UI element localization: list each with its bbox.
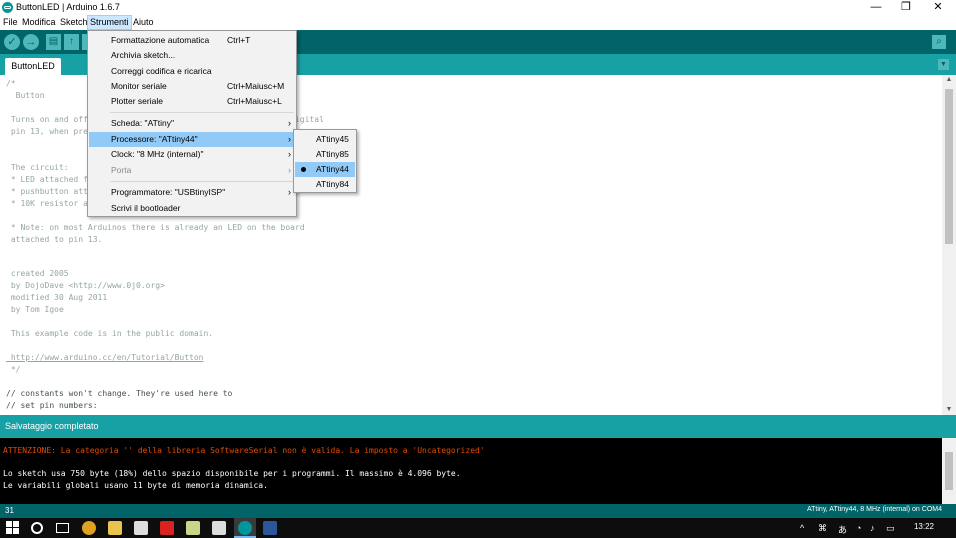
store-icon[interactable] xyxy=(134,521,148,535)
code-line: // constants won't change. They're used … xyxy=(6,389,233,398)
code-line: The circuit: xyxy=(6,163,69,172)
editor-scrollbar[interactable]: ▲ ▼ xyxy=(942,75,956,415)
status-bar: Salvataggio completato xyxy=(0,415,956,438)
photos-icon[interactable] xyxy=(212,521,226,535)
arduino-logo-icon xyxy=(2,2,13,13)
notification-icon[interactable]: ▭ xyxy=(886,523,895,534)
submenu-item-attiny84[interactable]: ATtiny84 xyxy=(295,177,355,192)
code-line: // set pin numbers: xyxy=(6,401,98,410)
verify-button[interactable]: ✓ xyxy=(4,34,20,50)
console-line: Lo sketch usa 750 byte (18%) dello spazi… xyxy=(3,469,461,478)
clock[interactable]: 13:22 xyxy=(914,522,934,531)
open-sketch-button[interactable]: ↑ xyxy=(64,34,79,50)
menu-item-scheda[interactable]: Scheda: "ATtiny" › xyxy=(89,116,295,131)
menu-sketch[interactable]: Sketch xyxy=(58,15,90,30)
code-line: * Note: on most Arduinos there is alread… xyxy=(6,223,305,232)
code-line: attached to pin 13. xyxy=(6,235,103,244)
menu-item-programmatore[interactable]: Programmatore: "USBtinyISP" › xyxy=(89,185,295,200)
system-tray: ^ ⌘ あ ◔ ♪ ▭ 13:22 xyxy=(786,518,956,538)
code-line: by Tom Igoe xyxy=(6,305,64,314)
menu-item-plotter-seriale[interactable]: Plotter seriale Ctrl+Maiusc+L xyxy=(89,94,295,109)
chevron-up-icon[interactable]: ^ xyxy=(800,523,804,533)
tab-buttonled[interactable]: ButtonLED xyxy=(5,58,61,75)
windows-start-icon[interactable] xyxy=(6,521,20,535)
line-number: 31 xyxy=(5,506,14,515)
menu-item-formattazione[interactable]: Formattazione automatica Ctrl+T xyxy=(89,33,295,48)
submenu-item-attiny45[interactable]: ATtiny45 xyxy=(295,132,355,147)
notepad-icon[interactable] xyxy=(186,521,200,535)
code-line: by DojoDave <http://www.0j0.org> xyxy=(6,281,165,290)
submenu-item-attiny44[interactable]: ATtiny44 xyxy=(295,162,355,177)
submenu-arrow-icon: › xyxy=(288,149,291,159)
menu-item-archivia[interactable]: Archivia sketch... xyxy=(89,48,295,63)
title-bar: ButtonLED | Arduino 1.6.7 — ❐ ✕ xyxy=(0,0,956,15)
arduino-taskbar-button[interactable] xyxy=(234,518,256,538)
menu-item-clock[interactable]: Clock: "8 MHz (internal)" › xyxy=(89,147,295,162)
arduino-icon xyxy=(238,521,252,535)
upload-button[interactable]: → xyxy=(23,34,39,50)
submenu-item-attiny85[interactable]: ATtiny85 xyxy=(295,147,355,162)
submenu-arrow-icon: › xyxy=(288,118,291,128)
code-line: Button xyxy=(6,91,45,100)
menu-item-correggi[interactable]: Correggi codifica e ricarica xyxy=(89,64,295,79)
submenu-arrow-icon: › xyxy=(288,165,291,175)
task-view-icon[interactable] xyxy=(56,523,69,533)
code-line: created 2005 xyxy=(6,269,69,278)
word-icon[interactable] xyxy=(263,521,277,535)
tab-menu-button[interactable]: ▼ xyxy=(938,59,949,70)
scrollbar-thumb[interactable] xyxy=(945,452,953,490)
serial-monitor-button[interactable]: ⌕ xyxy=(932,35,946,49)
menu-item-bootloader[interactable]: Scrivi il bootloader xyxy=(89,201,295,216)
menu-modifica[interactable]: Modifica xyxy=(20,15,58,30)
acrobat-icon[interactable] xyxy=(160,521,174,535)
submenu-arrow-icon: › xyxy=(288,134,291,144)
menu-file[interactable]: File xyxy=(1,15,20,30)
code-line-link[interactable]: http://www.arduino.cc/en/Tutorial/Button xyxy=(6,353,204,363)
menu-aiuto[interactable]: Aiuto xyxy=(131,15,156,30)
window-title: ButtonLED | Arduino 1.6.7 xyxy=(16,2,120,12)
code-line: /* xyxy=(6,79,16,88)
menu-item-porta: Porta › xyxy=(89,163,295,178)
menu-item-monitor-seriale[interactable]: Monitor seriale Ctrl+Maiusc+M xyxy=(89,79,295,94)
new-sketch-button[interactable]: ▤ xyxy=(46,34,61,50)
menu-item-processore[interactable]: Processore: "ATtiny44" › xyxy=(89,132,295,147)
maximize-button[interactable]: ❐ xyxy=(890,0,922,15)
console-scrollbar[interactable] xyxy=(942,438,956,504)
strumenti-dropdown: Formattazione automatica Ctrl+T Archivia … xyxy=(87,30,297,217)
network-icon[interactable]: ⌘ xyxy=(818,523,827,534)
language-icon[interactable]: あ xyxy=(838,523,847,536)
menu-separator xyxy=(110,112,294,113)
console-line: Le variabili globali usano 11 byte di me… xyxy=(3,481,268,490)
selected-radio-icon xyxy=(301,167,306,172)
file-explorer-icon[interactable] xyxy=(108,521,122,535)
menu-separator xyxy=(110,181,294,182)
submenu-arrow-icon: › xyxy=(288,187,291,197)
close-button[interactable]: ✕ xyxy=(922,0,954,15)
processore-submenu: ATtiny45 ATtiny85 ATtiny44 ATtiny84 xyxy=(293,129,357,193)
console-line: ATTENZIONE: La categoria '' della librer… xyxy=(3,446,485,455)
menu-strumenti[interactable]: Strumenti xyxy=(87,15,132,30)
scroll-up-icon[interactable]: ▲ xyxy=(942,75,956,85)
minimize-button[interactable]: — xyxy=(860,0,892,15)
code-line: modified 30 Aug 2011 xyxy=(6,293,108,302)
windows-taskbar: ^ ⌘ あ ◔ ♪ ▭ 13:22 xyxy=(0,518,956,538)
menu-bar: File Modifica Sketch Strumenti Aiuto xyxy=(0,15,956,30)
status-message: Salvataggio completato xyxy=(5,421,99,431)
volume-icon[interactable]: ♪ xyxy=(870,523,875,533)
chrome-icon[interactable] xyxy=(82,521,96,535)
wifi-icon[interactable]: ◔ xyxy=(856,523,861,533)
console-output[interactable]: ATTENZIONE: La categoria '' della librer… xyxy=(0,438,956,504)
code-line: */ xyxy=(6,365,21,374)
board-info: ATtiny, ATtiny44, 8 MHz (internal) on CO… xyxy=(807,506,942,513)
bottom-info-bar: 31 ATtiny, ATtiny44, 8 MHz (internal) on… xyxy=(0,504,956,518)
scrollbar-thumb[interactable] xyxy=(945,89,953,244)
search-icon[interactable] xyxy=(31,522,43,534)
scroll-down-icon[interactable]: ▼ xyxy=(942,405,956,415)
code-line: This example code is in the public domai… xyxy=(6,329,214,338)
